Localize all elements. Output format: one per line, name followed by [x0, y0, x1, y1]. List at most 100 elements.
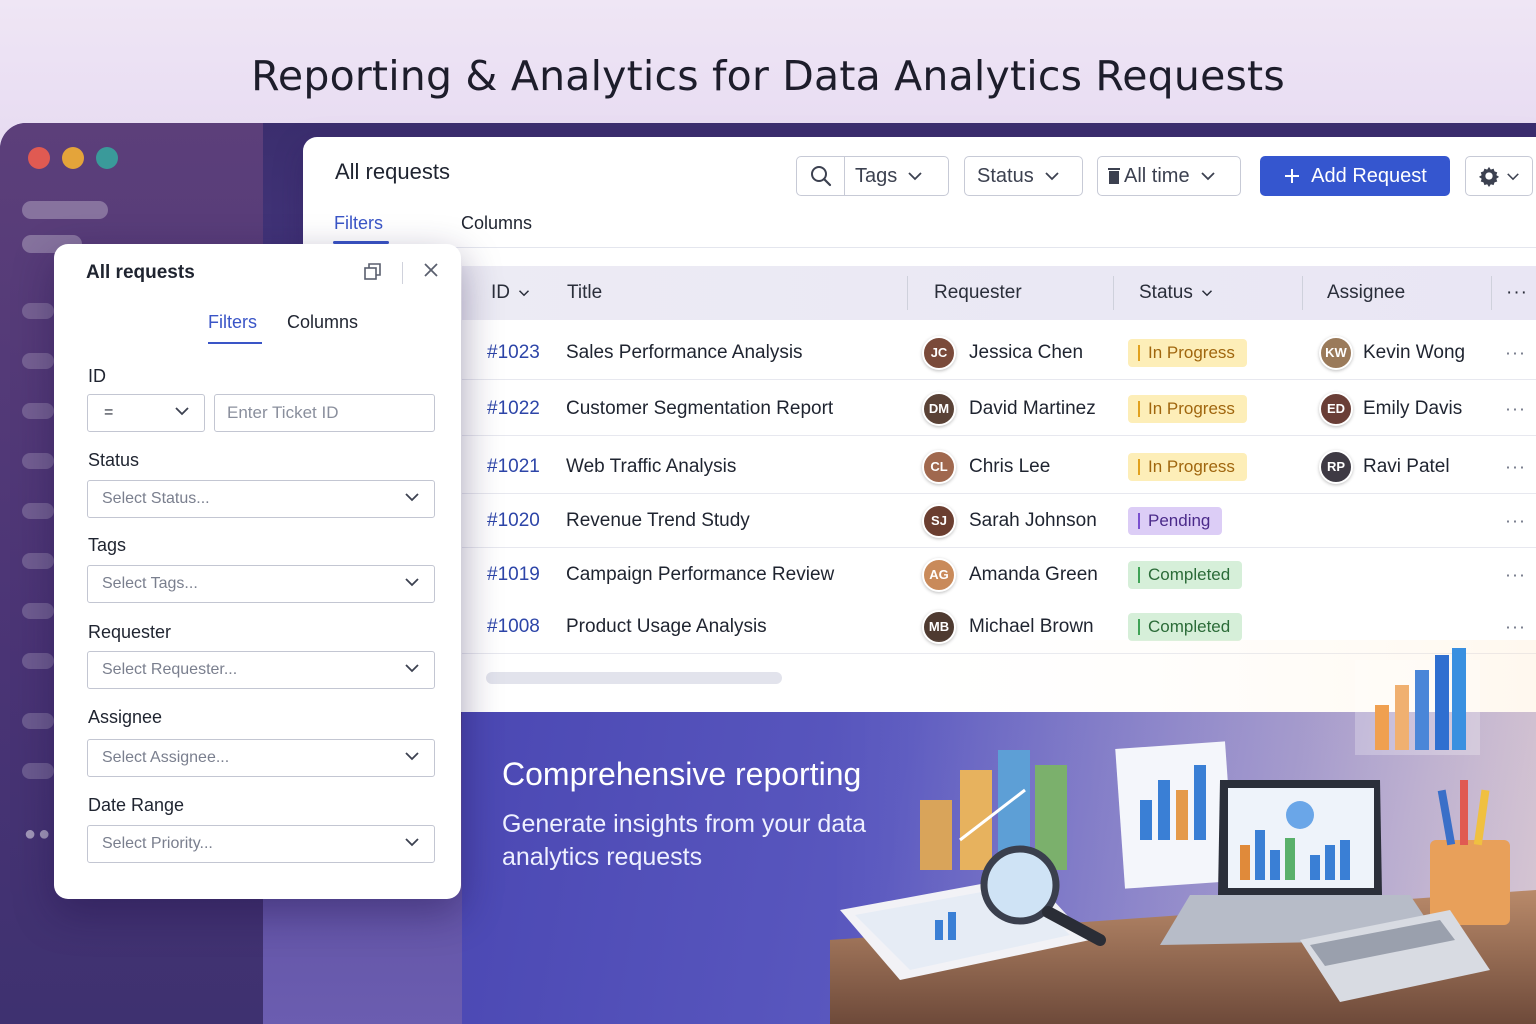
column-header-requester[interactable]: Requester	[934, 282, 1022, 304]
popup-tab-columns[interactable]: Columns	[287, 312, 358, 333]
divider	[303, 247, 1536, 248]
sidebar-item[interactable]	[22, 353, 54, 369]
request-title[interactable]: Product Usage Analysis	[566, 616, 767, 638]
request-title[interactable]: Campaign Performance Review	[566, 564, 834, 586]
status-bar	[1138, 344, 1140, 361]
id-operator-select[interactable]: =	[87, 394, 205, 432]
status-bar	[1138, 512, 1140, 529]
status-filter-button[interactable]: Status	[964, 156, 1083, 196]
table-header: ID Title Requester Status Assignee ···	[462, 266, 1536, 320]
chevron-down-icon	[518, 290, 530, 297]
column-header-title[interactable]: Title	[567, 282, 602, 304]
row-actions-icon[interactable]: ···	[1505, 342, 1526, 363]
chevron-down-icon	[1507, 172, 1519, 180]
status-badge[interactable]: In Progress	[1128, 452, 1247, 481]
column-header-id[interactable]: ID	[491, 282, 530, 304]
status-badge[interactable]: Completed	[1128, 612, 1243, 641]
sidebar-item[interactable]	[22, 553, 54, 569]
ticket-id-link[interactable]: #1021	[487, 456, 540, 478]
search-button[interactable]	[797, 157, 845, 195]
sidebar-more-icon[interactable]: ●●	[24, 823, 52, 846]
select-placeholder: Select Assignee...	[102, 749, 230, 766]
sidebar-item[interactable]	[22, 403, 54, 419]
requester-field-label: Requester	[88, 622, 172, 642]
sidebar-item[interactable]	[22, 503, 54, 519]
chevron-down-icon	[405, 493, 419, 502]
sidebar-item[interactable]	[22, 653, 54, 669]
popup-tab-filters[interactable]: Filters	[208, 312, 257, 333]
status-badge[interactable]: Completed	[1128, 560, 1243, 589]
ticket-id-link[interactable]: #1020	[487, 510, 540, 532]
tags-select[interactable]: Select Tags...	[87, 565, 435, 603]
ticket-id-input[interactable]	[214, 394, 435, 432]
status-label: Completed	[1148, 564, 1231, 584]
add-request-button[interactable]: Add Request	[1260, 156, 1450, 196]
sidebar-item[interactable]	[22, 201, 108, 219]
status-badge[interactable]: In Progress	[1128, 338, 1247, 367]
table-row[interactable]: #1021 Web Traffic Analysis CL Chris Lee In P…	[462, 440, 1536, 494]
column-divider[interactable]	[1113, 276, 1114, 310]
close-icon[interactable]	[423, 262, 439, 278]
chevron-down-icon	[405, 752, 419, 761]
tags-filter-button[interactable]: Tags	[796, 156, 949, 196]
minimize-window-dot[interactable]	[62, 147, 84, 169]
assignee-select[interactable]: Select Assignee...	[87, 739, 435, 777]
column-options-icon[interactable]: ···	[1506, 282, 1528, 304]
request-title[interactable]: Web Traffic Analysis	[566, 456, 736, 478]
table-row[interactable]: #1020 Revenue Trend Study SJ Sarah Johnson P…	[462, 494, 1536, 548]
maximize-window-dot[interactable]	[96, 147, 118, 169]
status-badge[interactable]: Pending	[1128, 506, 1223, 535]
column-divider[interactable]	[907, 276, 908, 310]
tab-columns[interactable]: Columns	[461, 213, 532, 234]
request-title[interactable]: Sales Performance Analysis	[566, 342, 803, 364]
assignee-name: Ravi Patel	[1363, 455, 1450, 477]
column-header-assignee[interactable]: Assignee	[1327, 282, 1405, 304]
ticket-id-link[interactable]: #1019	[487, 564, 540, 586]
copy-icon[interactable]	[363, 262, 383, 282]
row-actions-icon[interactable]: ···	[1505, 616, 1526, 637]
column-divider[interactable]	[1491, 276, 1492, 310]
row-actions-icon[interactable]: ···	[1505, 564, 1526, 585]
avatar: JC	[922, 335, 956, 370]
table-row[interactable]: #1019 Campaign Performance Review AG Amanda…	[462, 548, 1536, 602]
analytics-illustration	[830, 640, 1536, 1024]
status-select[interactable]: Select Status...	[87, 480, 435, 518]
ticket-id-link[interactable]: #1022	[487, 398, 540, 420]
sidebar-item[interactable]	[22, 763, 54, 779]
close-window-dot[interactable]	[28, 147, 50, 169]
ticket-id-link[interactable]: #1008	[487, 616, 540, 638]
active-tab-indicator	[208, 342, 262, 344]
id-operator-value: =	[104, 404, 114, 421]
tab-filters[interactable]: Filters	[334, 213, 383, 234]
ticket-id-link[interactable]: #1023	[487, 342, 540, 364]
status-badge[interactable]: In Progress	[1128, 394, 1247, 423]
sidebar-item[interactable]	[22, 713, 54, 729]
status-label: In Progress	[1148, 398, 1235, 418]
column-divider[interactable]	[1302, 276, 1303, 310]
sidebar-item[interactable]	[22, 453, 54, 469]
settings-button[interactable]	[1465, 156, 1533, 196]
time-range-button[interactable]: All time	[1097, 156, 1241, 196]
request-title[interactable]: Customer Segmentation Report	[566, 398, 833, 420]
requester-name: David Martinez	[969, 397, 1096, 419]
avatar: KW	[1319, 335, 1353, 370]
sidebar-item[interactable]	[22, 603, 54, 619]
avatar: ED	[1319, 391, 1353, 426]
divider	[402, 262, 403, 284]
column-header-status[interactable]: Status	[1139, 282, 1213, 304]
chevron-down-icon	[405, 664, 419, 673]
status-label: Completed	[1148, 616, 1231, 636]
row-actions-icon[interactable]: ···	[1505, 456, 1526, 477]
avatar: CL	[922, 449, 956, 484]
requester-select[interactable]: Select Requester...	[87, 651, 435, 689]
row-actions-icon[interactable]: ···	[1505, 510, 1526, 531]
row-actions-icon[interactable]: ···	[1505, 398, 1526, 419]
date-range-select[interactable]: Select Priority...	[87, 825, 435, 863]
table-row[interactable]: #1022 Customer Segmentation Report DM David…	[462, 382, 1536, 436]
request-title[interactable]: Revenue Trend Study	[566, 510, 750, 532]
table-row[interactable]: #1023 Sales Performance Analysis JC Jessica…	[462, 326, 1536, 380]
sidebar-item[interactable]	[22, 303, 54, 319]
requester-name: Chris Lee	[969, 455, 1051, 477]
trash-icon	[1108, 168, 1120, 184]
horizontal-scrollbar[interactable]	[486, 672, 782, 684]
